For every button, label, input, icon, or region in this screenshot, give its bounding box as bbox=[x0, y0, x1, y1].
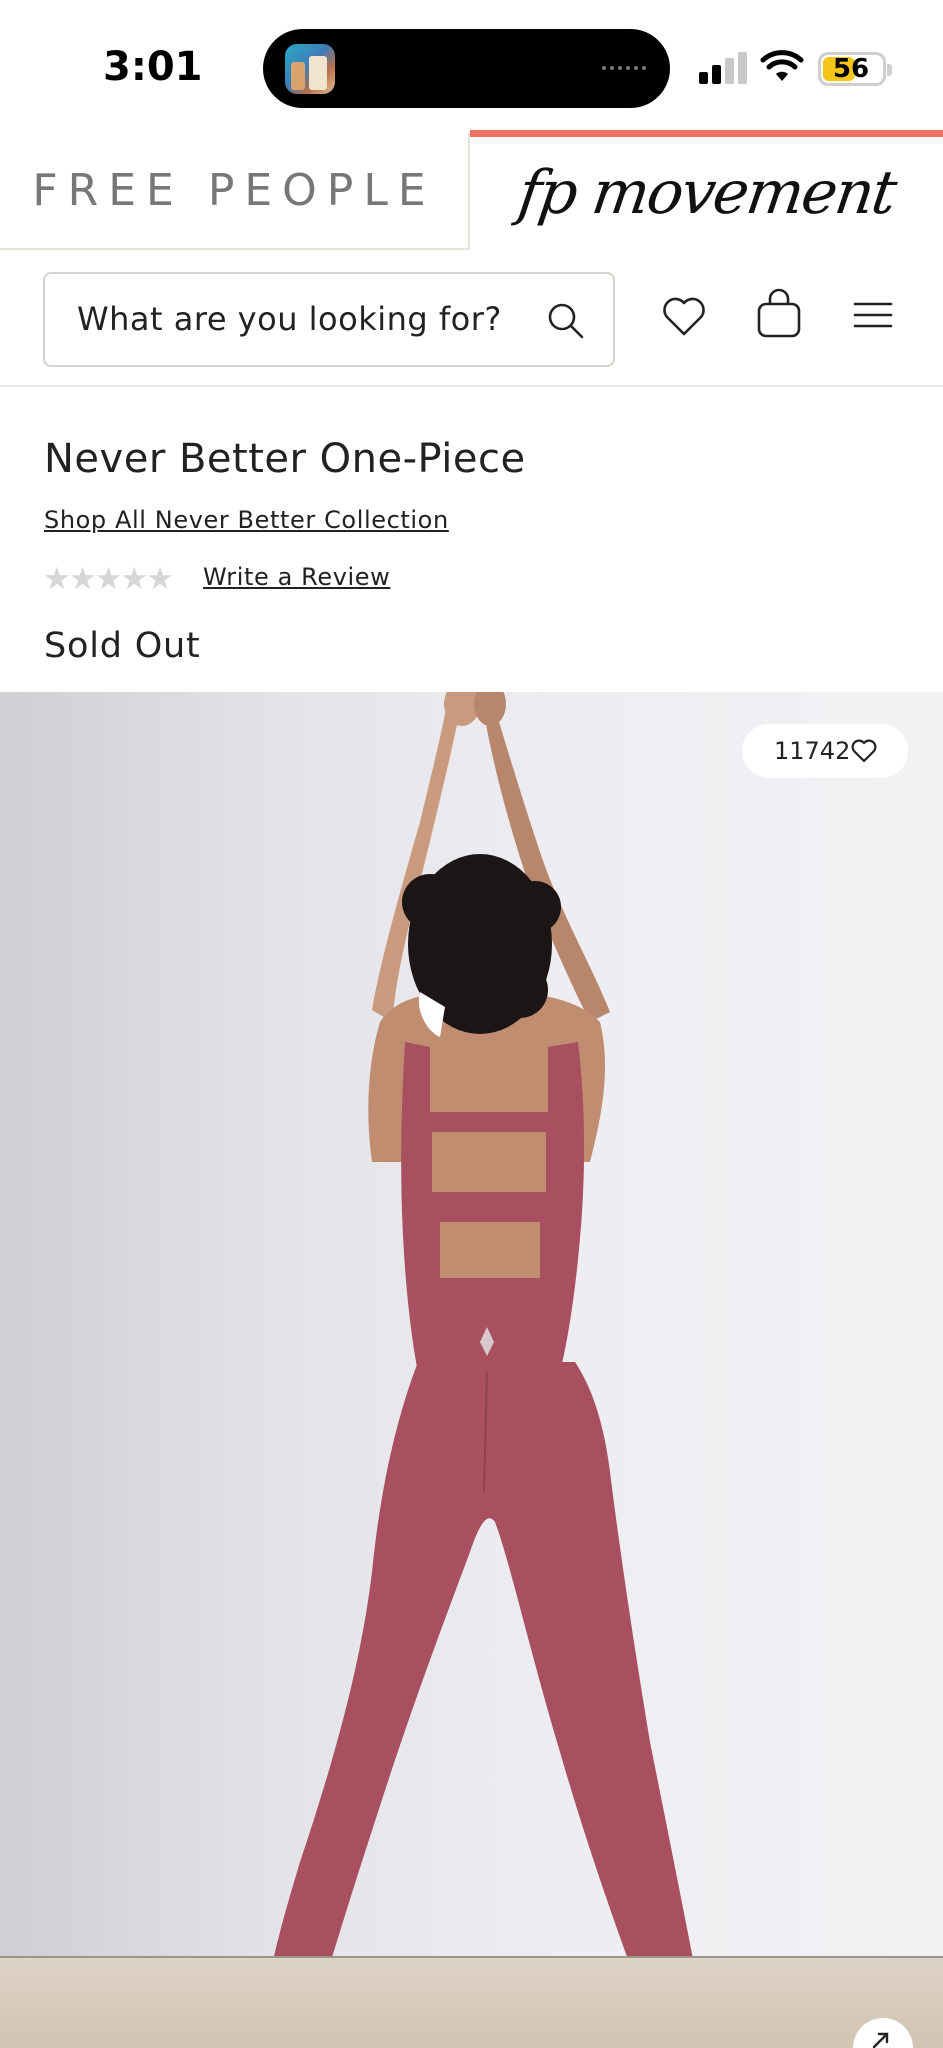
search-placeholder: What are you looking for? bbox=[77, 300, 502, 338]
tab-free-people[interactable]: FREE PEOPLE bbox=[0, 133, 470, 250]
product-title: Never Better One-Piece bbox=[44, 436, 526, 482]
expand-arrow-icon bbox=[872, 2032, 889, 2048]
hamburger-menu-icon[interactable] bbox=[853, 300, 893, 330]
site-header: What are you looking for? bbox=[0, 250, 943, 387]
write-review-link[interactable]: Write a Review bbox=[203, 563, 390, 591]
rating-stars[interactable]: ★★★★★ bbox=[43, 561, 174, 597]
free-people-logo: FREE PEOPLE bbox=[32, 165, 436, 216]
like-button[interactable]: 11742 bbox=[742, 724, 908, 778]
status-bar: 3:01 56 bbox=[0, 0, 943, 130]
battery-level: 56 bbox=[832, 54, 870, 84]
fp-movement-logo: fp movement bbox=[513, 157, 900, 228]
wishlist-heart-icon[interactable] bbox=[660, 292, 708, 340]
product-image[interactable] bbox=[0, 692, 943, 2048]
model-photo bbox=[245, 692, 724, 2048]
live-activity-app-icon[interactable] bbox=[285, 44, 335, 94]
wifi-icon bbox=[760, 50, 804, 81]
stock-status: Sold Out bbox=[44, 626, 201, 666]
dynamic-island[interactable] bbox=[263, 29, 670, 108]
battery-icon: 56 bbox=[818, 52, 892, 86]
live-activity-dots-icon bbox=[602, 66, 646, 70]
tab-fp-movement[interactable]: fp movement bbox=[470, 130, 943, 248]
brand-tabs: FREE PEOPLE fp movement bbox=[0, 130, 943, 250]
like-count: 11742 bbox=[774, 737, 851, 765]
status-time: 3:01 bbox=[103, 44, 203, 90]
heart-icon bbox=[851, 739, 877, 763]
shopping-bag-icon[interactable] bbox=[755, 288, 803, 340]
search-icon[interactable] bbox=[547, 302, 585, 340]
floor bbox=[0, 1956, 943, 2048]
shop-collection-link[interactable]: Shop All Never Better Collection bbox=[44, 506, 449, 534]
cellular-signal-icon bbox=[699, 52, 749, 84]
search-input[interactable]: What are you looking for? bbox=[43, 272, 615, 367]
